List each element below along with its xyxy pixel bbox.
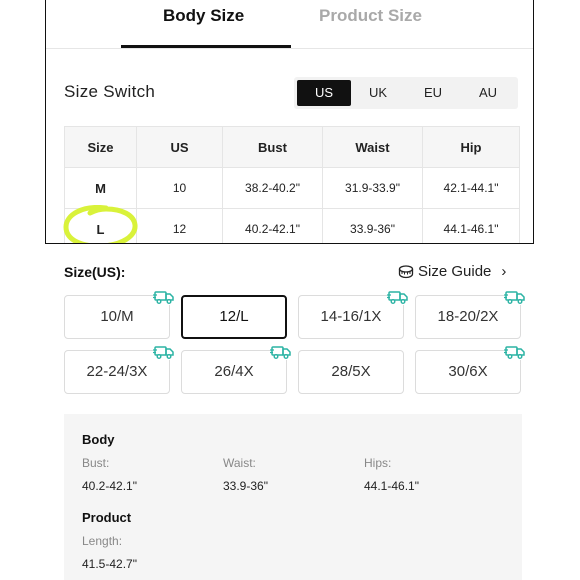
cell-bust: 40.2-42.1"	[222, 208, 323, 243]
waist-value: 33.9-36"	[223, 479, 268, 493]
header-bust: Bust	[222, 126, 323, 168]
header-size: Size	[64, 126, 137, 168]
cell-size: M	[64, 167, 137, 209]
size-option-30-6x[interactable]: 30/6X	[415, 344, 526, 394]
table-row: M 10 38.2-40.2" 31.9-33.9" 42.1-44.1"	[64, 167, 520, 209]
header-hip: Hip	[422, 126, 520, 168]
tab-product-size[interactable]: Product Size	[319, 6, 422, 26]
measurement-info-panel: Body Bust: 40.2-42.1" Waist: 33.9-36" Hi…	[64, 414, 522, 580]
hips-value: 44.1-46.1"	[364, 479, 419, 493]
active-tab-indicator	[121, 45, 291, 48]
size-switch-label: Size Switch	[64, 82, 156, 101]
delivery-truck-icon	[504, 289, 526, 305]
waist-label: Waist:	[223, 456, 256, 470]
size-option-label: 28/5X	[331, 363, 371, 380]
size-option-label: 26/4X	[214, 363, 254, 380]
header-us: US	[136, 126, 223, 168]
delivery-truck-icon	[153, 289, 175, 305]
cell-waist: 33.9-36"	[322, 208, 423, 243]
size-option-label: 12/L	[219, 308, 249, 325]
cell-bust: 38.2-40.2"	[222, 167, 323, 209]
cell-size: L	[64, 208, 137, 243]
table-row: L 12 40.2-42.1" 33.9-36" 44.1-46.1"	[64, 208, 520, 243]
delivery-truck-icon	[387, 289, 409, 305]
delivery-truck-icon	[270, 344, 292, 360]
cell-hip: 44.1-46.1"	[422, 208, 520, 243]
delivery-truck-icon	[504, 344, 526, 360]
delivery-truck-icon	[153, 344, 175, 360]
cell-waist: 31.9-33.9"	[322, 167, 423, 209]
hips-label: Hips:	[364, 456, 392, 470]
size-option-26-4x[interactable]: 26/4X	[181, 344, 292, 394]
tab-body-size[interactable]: Body Size	[163, 6, 244, 26]
switch-option-au[interactable]: AU	[461, 80, 515, 106]
size-option-22-24-3x[interactable]: 22-24/3X	[64, 344, 175, 394]
cell-hip: 42.1-44.1"	[422, 167, 520, 209]
size-option-18-20-2x[interactable]: 18-20/2X	[415, 289, 526, 339]
size-option-label: 10/M	[100, 308, 134, 325]
body-section-title: Body	[82, 432, 115, 447]
size-option-label: 18-20/2X	[437, 308, 499, 325]
size-guide-label: Size Guide	[418, 263, 492, 280]
length-value: 41.5-42.7"	[82, 557, 137, 571]
size-option-10-m[interactable]: 10/M	[64, 289, 175, 339]
size-option-label: 22-24/3X	[86, 363, 148, 380]
size-selector-title: Size(US):	[64, 264, 126, 280]
size-switch: US UK EU AU	[294, 77, 518, 109]
cell-us: 10	[136, 167, 223, 209]
chevron-right-icon: ›	[501, 263, 507, 280]
size-chart-table: Size US Bust Waist Hip M 10 38.2-40.2" 3…	[64, 126, 520, 243]
cell-us: 12	[136, 208, 223, 243]
bust-label: Bust:	[82, 456, 110, 470]
table-header-row: Size US Bust Waist Hip	[64, 126, 520, 168]
length-label: Length:	[82, 534, 123, 548]
size-tabs: Body Size Product Size	[46, 0, 533, 49]
size-option-12-l[interactable]: 12/L	[181, 295, 287, 339]
size-option-28-5x[interactable]: 28/5X	[298, 350, 404, 394]
product-section-title: Product	[82, 510, 132, 525]
switch-option-us[interactable]: US	[297, 80, 351, 106]
size-option-label: 14-16/1X	[320, 308, 382, 325]
size-guide-link[interactable]: Size Guide ›	[398, 263, 506, 280]
size-option-label: 30/6X	[448, 363, 488, 380]
bust-value: 40.2-42.1"	[82, 479, 137, 493]
tape-measure-icon	[398, 264, 414, 278]
switch-option-uk[interactable]: UK	[351, 80, 405, 106]
header-waist: Waist	[322, 126, 423, 168]
switch-option-eu[interactable]: EU	[406, 80, 460, 106]
size-chart-card: Body Size Product Size Size Switch US UK…	[45, 0, 534, 244]
size-option-14-16-1x[interactable]: 14-16/1X	[298, 289, 409, 339]
